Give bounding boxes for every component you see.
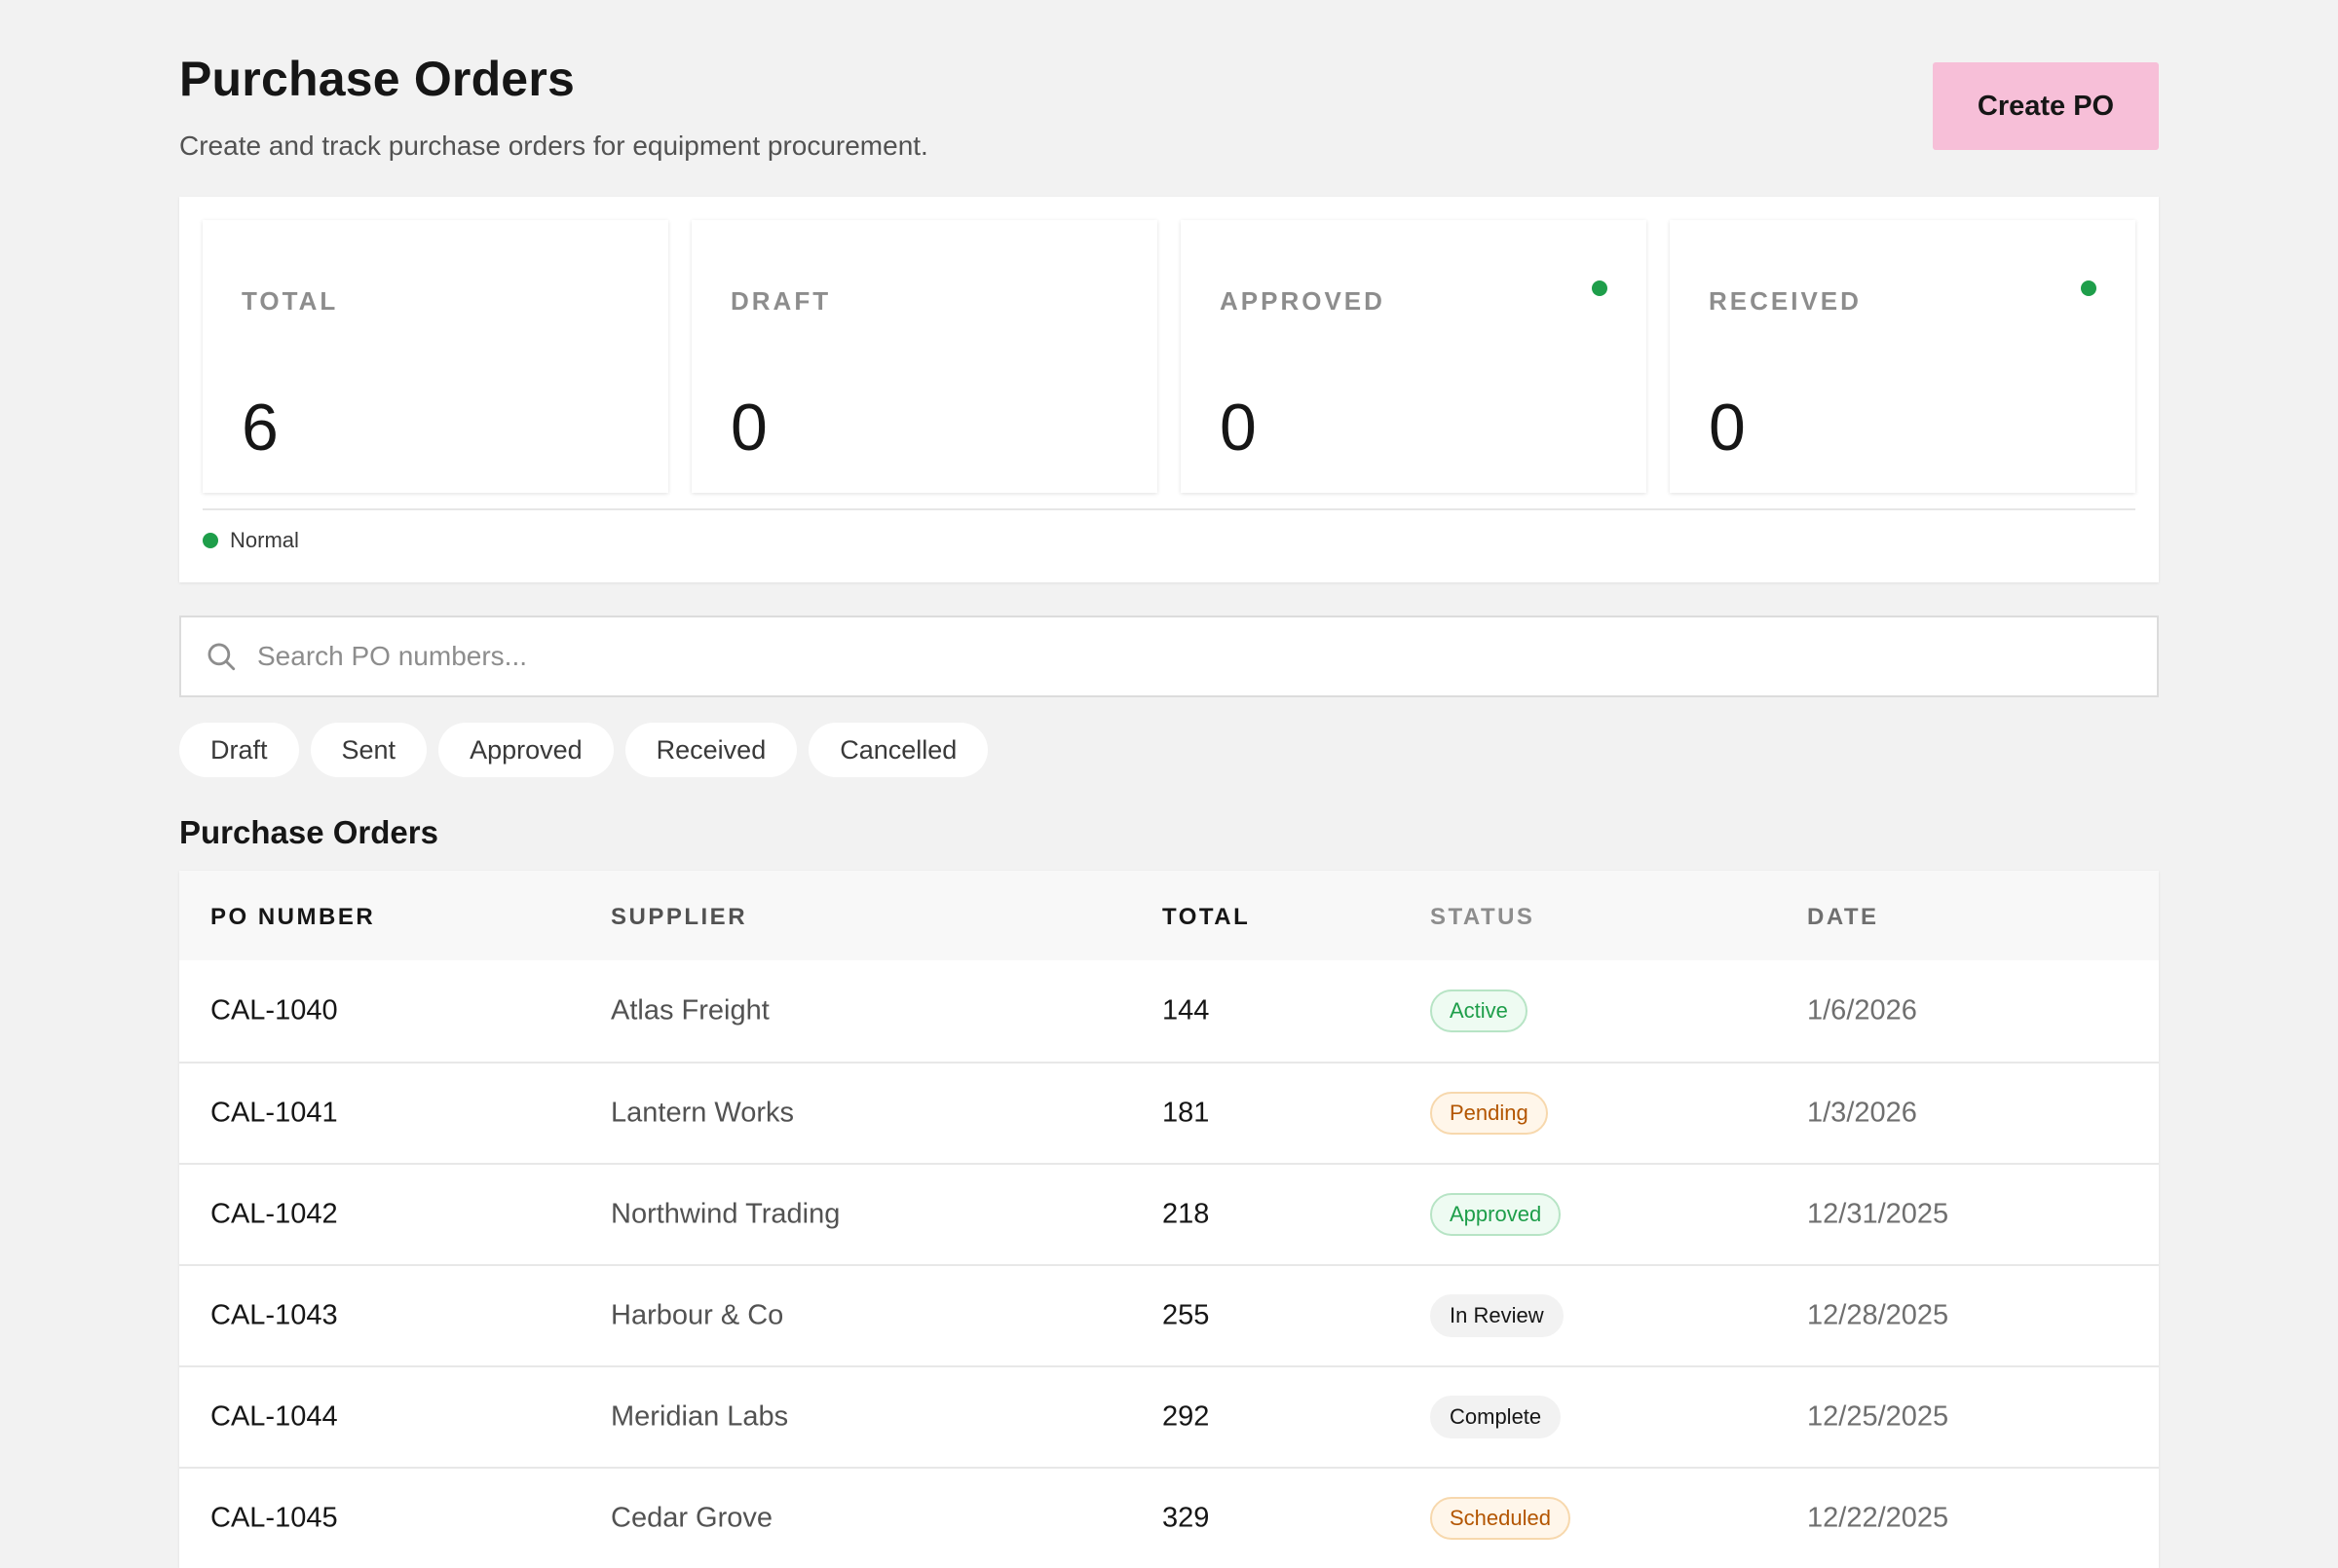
table-header: PO NUMBER SUPPLIER TOTAL STATUS DATE [179, 871, 2159, 960]
cell-po-number: CAL-1044 [210, 1400, 338, 1433]
table-section-title: Purchase Orders [179, 814, 438, 850]
column-header-po-number[interactable]: PO NUMBER [210, 904, 375, 931]
status-filter-chips: Draft Sent Approved Received Cancelled [179, 723, 989, 777]
cell-total: 181 [1162, 1097, 1210, 1129]
cell-date: 12/25/2025 [1807, 1400, 1949, 1433]
purchase-orders-table: PO NUMBER SUPPLIER TOTAL STATUS DATE CAL… [179, 871, 2159, 1568]
column-header-supplier[interactable]: SUPPLIER [611, 904, 747, 931]
status-badge: Complete [1430, 1396, 1562, 1438]
status-badge: Approved [1430, 1193, 1562, 1236]
page-title: Purchase Orders [179, 52, 575, 106]
stat-card-total: TOTAL 6 [203, 220, 668, 493]
cell-total: 255 [1162, 1299, 1210, 1331]
table-row[interactable]: CAL-1042 Northwind Trading 218 Approved … [179, 1163, 2159, 1264]
cell-status: Active [1430, 989, 1527, 1032]
stat-label: RECEIVED [1709, 286, 1862, 316]
stat-card-draft: DRAFT 0 [692, 220, 1157, 493]
stat-card-received: RECEIVED 0 [1670, 220, 2135, 493]
column-header-total[interactable]: TOTAL [1162, 904, 1250, 931]
cell-supplier: Atlas Freight [611, 994, 770, 1027]
legend-dot-icon [203, 533, 218, 548]
cell-supplier: Harbour & Co [611, 1299, 784, 1331]
table-row[interactable]: CAL-1043 Harbour & Co 255 In Review 12/2… [179, 1264, 2159, 1365]
cell-supplier: Northwind Trading [611, 1198, 841, 1230]
status-dot-icon [2081, 280, 2096, 296]
stat-value: 6 [242, 391, 279, 465]
stat-value: 0 [731, 391, 768, 465]
table-body: CAL-1040 Atlas Freight 144 Active 1/6/20… [179, 960, 2159, 1568]
filter-chip-received[interactable]: Received [624, 723, 798, 777]
stat-cards: TOTAL 6 DRAFT 0 APPROVED 0 RECEIVED 0 [203, 220, 2135, 493]
status-legend: Normal [203, 528, 299, 553]
cell-total: 218 [1162, 1198, 1210, 1230]
status-dot-icon [1592, 280, 1607, 296]
cell-po-number: CAL-1040 [210, 994, 338, 1027]
stat-label: APPROVED [1220, 286, 1385, 316]
legend-label: Normal [230, 528, 299, 552]
cell-status: Approved [1430, 1193, 1562, 1236]
cell-po-number: CAL-1045 [210, 1502, 338, 1534]
cell-supplier: Meridian Labs [611, 1400, 789, 1433]
cell-date: 1/6/2026 [1807, 994, 1917, 1027]
purchase-orders-page: Purchase Orders Create and track purchas… [179, 0, 2159, 1568]
cell-total: 329 [1162, 1502, 1210, 1534]
table-row[interactable]: CAL-1044 Meridian Labs 292 Complete 12/2… [179, 1365, 2159, 1467]
cell-total: 144 [1162, 994, 1210, 1027]
cell-status: Pending [1430, 1092, 1548, 1135]
filter-chip-sent[interactable]: Sent [310, 723, 428, 777]
cell-status: Complete [1430, 1396, 1562, 1438]
search-input[interactable] [257, 617, 2157, 695]
stats-divider [203, 508, 2135, 510]
stat-value: 0 [1220, 391, 1257, 465]
status-badge: Active [1430, 989, 1527, 1032]
cell-date: 12/31/2025 [1807, 1198, 1949, 1230]
search-icon [207, 643, 236, 671]
stat-label: DRAFT [731, 286, 832, 316]
cell-date: 12/22/2025 [1807, 1502, 1949, 1534]
cell-po-number: CAL-1043 [210, 1299, 338, 1331]
cell-total: 292 [1162, 1400, 1210, 1433]
search-bar[interactable] [179, 616, 2159, 697]
cell-supplier: Lantern Works [611, 1097, 795, 1129]
stat-label: TOTAL [242, 286, 339, 316]
status-badge: In Review [1430, 1294, 1564, 1337]
cell-status: Scheduled [1430, 1497, 1570, 1540]
status-badge: Scheduled [1430, 1497, 1570, 1540]
stat-card-approved: APPROVED 0 [1181, 220, 1646, 493]
cell-date: 1/3/2026 [1807, 1097, 1917, 1129]
filter-chip-cancelled[interactable]: Cancelled [809, 723, 989, 777]
cell-po-number: CAL-1042 [210, 1198, 338, 1230]
create-po-button[interactable]: Create PO [1933, 62, 2159, 150]
cell-date: 12/28/2025 [1807, 1299, 1949, 1331]
filter-chip-draft[interactable]: Draft [179, 723, 299, 777]
column-header-status[interactable]: STATUS [1430, 904, 1534, 931]
page-subtitle: Create and track purchase orders for equ… [179, 131, 928, 161]
cell-supplier: Cedar Grove [611, 1502, 773, 1534]
cell-po-number: CAL-1041 [210, 1097, 338, 1129]
table-row[interactable]: CAL-1045 Cedar Grove 329 Scheduled 12/22… [179, 1467, 2159, 1568]
page-header: Purchase Orders Create and track purchas… [179, 0, 2159, 197]
status-badge: Pending [1430, 1092, 1548, 1135]
stat-value: 0 [1709, 391, 1746, 465]
table-row[interactable]: CAL-1041 Lantern Works 181 Pending 1/3/2… [179, 1062, 2159, 1163]
cell-status: In Review [1430, 1294, 1564, 1337]
stats-panel: TOTAL 6 DRAFT 0 APPROVED 0 RECEIVED 0 No… [179, 197, 2159, 582]
column-header-date[interactable]: DATE [1807, 904, 1879, 931]
table-row[interactable]: CAL-1040 Atlas Freight 144 Active 1/6/20… [179, 960, 2159, 1062]
filter-chip-approved[interactable]: Approved [438, 723, 614, 777]
